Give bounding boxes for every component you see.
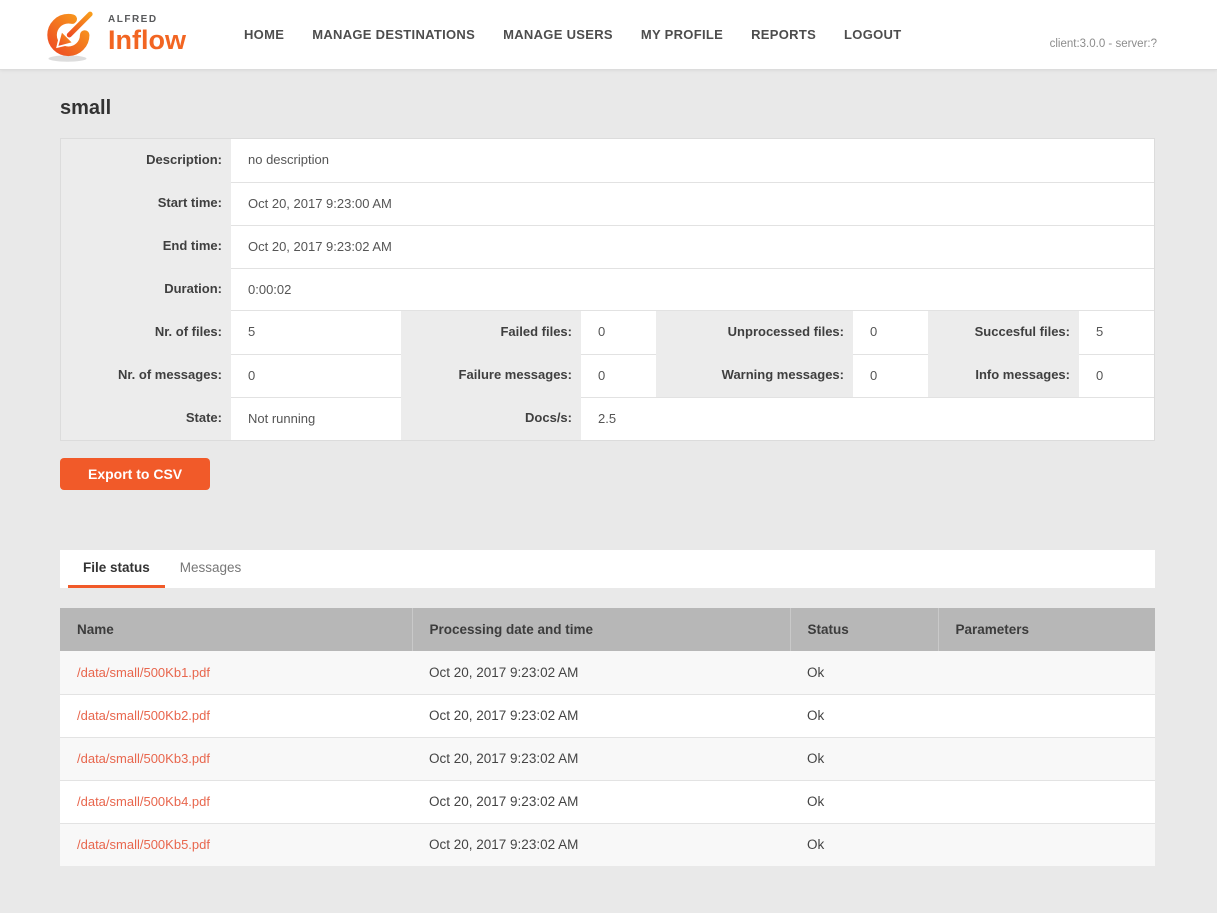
job-details-panel: Description: no description Start time: … [60, 138, 1155, 441]
client-server-version: client:3.0.0 - server:? [1050, 38, 1157, 50]
info-messages-value: 0 [1079, 354, 1154, 397]
file-datetime: Oct 20, 2017 9:23:02 AM [412, 651, 790, 694]
nr-of-messages-label: Nr. of messages: [61, 354, 231, 397]
nav-item-reports[interactable]: REPORTS [751, 27, 816, 42]
nav-item-manage-destinations[interactable]: MANAGE DESTINATIONS [312, 27, 475, 42]
description-label: Description: [61, 139, 231, 182]
nav-item-logout[interactable]: LOGOUT [844, 27, 901, 42]
state-label: State: [61, 397, 231, 440]
description-value: no description [231, 139, 1154, 182]
succesful-files-value: 5 [1079, 311, 1154, 354]
brand-logo[interactable]: ALFRED Inflow [42, 6, 186, 64]
tab-messages[interactable]: Messages [165, 550, 257, 588]
info-messages-label: Info messages: [928, 354, 1079, 397]
tab-file-status[interactable]: File status [68, 550, 165, 588]
file-datetime: Oct 20, 2017 9:23:02 AM [412, 823, 790, 866]
top-navigation-bar: ALFRED Inflow HOME MANAGE DESTINATIONS M… [0, 0, 1217, 70]
brand-name-main: Inflow [108, 27, 186, 54]
table-row: /data/small/500Kb5.pdf Oct 20, 2017 9:23… [60, 823, 1155, 866]
table-row: /data/small/500Kb3.pdf Oct 20, 2017 9:23… [60, 737, 1155, 780]
unprocessed-files-value: 0 [853, 311, 928, 354]
file-link[interactable]: /data/small/500Kb1.pdf [77, 665, 210, 680]
file-parameters [938, 694, 1155, 737]
state-value: Not running [231, 397, 401, 440]
duration-value: 0:00:02 [231, 268, 1154, 311]
duration-label: Duration: [61, 268, 231, 311]
file-status: Ok [790, 651, 938, 694]
file-link[interactable]: /data/small/500Kb3.pdf [77, 751, 210, 766]
failed-files-value: 0 [581, 311, 656, 354]
table-row: /data/small/500Kb1.pdf Oct 20, 2017 9:23… [60, 651, 1155, 694]
end-time-value: Oct 20, 2017 9:23:02 AM [231, 225, 1154, 268]
unprocessed-files-label: Unprocessed files: [656, 311, 853, 354]
file-parameters [938, 780, 1155, 823]
table-row: /data/small/500Kb2.pdf Oct 20, 2017 9:23… [60, 694, 1155, 737]
file-status: Ok [790, 737, 938, 780]
file-datetime: Oct 20, 2017 9:23:02 AM [412, 737, 790, 780]
failure-messages-label: Failure messages: [401, 354, 581, 397]
docs-per-second-value: 2.5 [581, 397, 1154, 440]
warning-messages-value: 0 [853, 354, 928, 397]
export-to-csv-button[interactable]: Export to CSV [60, 458, 210, 490]
nr-of-files-label: Nr. of files: [61, 311, 231, 354]
file-datetime: Oct 20, 2017 9:23:02 AM [412, 780, 790, 823]
nav-item-manage-users[interactable]: MANAGE USERS [503, 27, 613, 42]
column-header-parameters: Parameters [938, 608, 1155, 651]
nav-item-home[interactable]: HOME [244, 27, 284, 42]
table-row: /data/small/500Kb4.pdf Oct 20, 2017 9:23… [60, 780, 1155, 823]
file-link[interactable]: /data/small/500Kb2.pdf [77, 708, 210, 723]
failed-files-label: Failed files: [401, 311, 581, 354]
file-parameters [938, 651, 1155, 694]
column-header-processing-date: Processing date and time [412, 608, 790, 651]
failure-messages-value: 0 [581, 354, 656, 397]
table-header-row: Name Processing date and time Status Par… [60, 608, 1155, 651]
nav-item-my-profile[interactable]: MY PROFILE [641, 27, 723, 42]
file-status-table: Name Processing date and time Status Par… [60, 608, 1155, 866]
page-title: small [60, 97, 1155, 120]
file-datetime: Oct 20, 2017 9:23:02 AM [412, 694, 790, 737]
brand-name-top: ALFRED [108, 15, 186, 25]
end-time-label: End time: [61, 225, 231, 268]
file-link[interactable]: /data/small/500Kb5.pdf [77, 837, 210, 852]
start-time-value: Oct 20, 2017 9:23:00 AM [231, 182, 1154, 225]
results-tab-bar: File status Messages [60, 550, 1155, 588]
file-status: Ok [790, 694, 938, 737]
file-parameters [938, 737, 1155, 780]
column-header-status: Status [790, 608, 938, 651]
file-status: Ok [790, 823, 938, 866]
file-parameters [938, 823, 1155, 866]
start-time-label: Start time: [61, 182, 231, 225]
main-nav: HOME MANAGE DESTINATIONS MANAGE USERS MY… [244, 27, 929, 42]
column-header-name: Name [60, 608, 412, 651]
inflow-logo-icon [42, 6, 102, 64]
nr-of-files-value: 5 [231, 311, 401, 354]
warning-messages-label: Warning messages: [656, 354, 853, 397]
succesful-files-label: Succesful files: [928, 311, 1079, 354]
file-link[interactable]: /data/small/500Kb4.pdf [77, 794, 210, 809]
nr-of-messages-value: 0 [231, 354, 401, 397]
docs-per-second-label: Docs/s: [401, 397, 581, 440]
main-content: small Description: no description Start … [60, 97, 1155, 913]
file-status: Ok [790, 780, 938, 823]
